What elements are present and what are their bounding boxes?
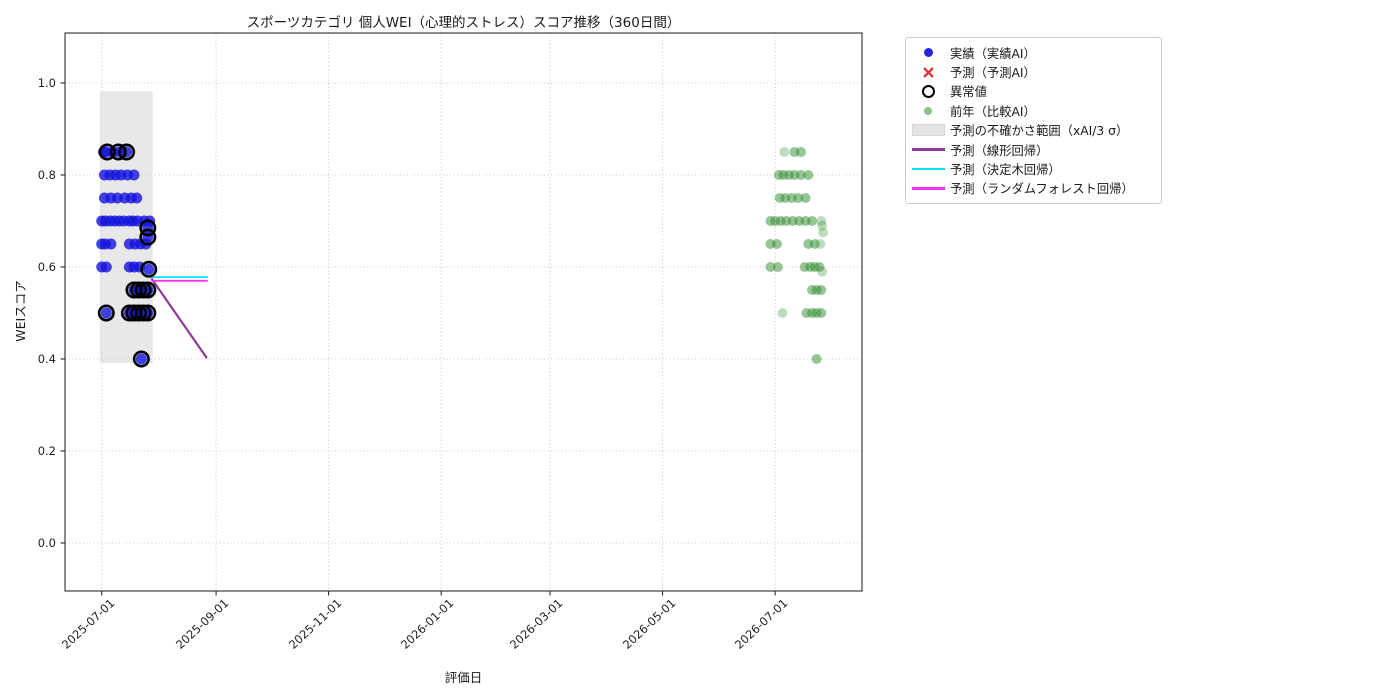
prev-year-point-light xyxy=(817,266,828,277)
prev-year-point xyxy=(811,354,822,364)
y-tick-label: 0.8 xyxy=(37,167,56,182)
prev-year-point xyxy=(800,193,811,203)
anomaly-ring-icon xyxy=(921,84,935,98)
uncertainty-band-swatch xyxy=(911,124,945,137)
prev-year-point xyxy=(803,170,814,180)
legend-item-label: 異常値 xyxy=(950,85,987,100)
legend: 実績（実績AI） 予測（予測AI） 異常値前年（比較AI） 予測の不確かさ範囲（xAI… xyxy=(905,37,1162,205)
legend-item-label: 前年（比較AI） xyxy=(950,104,1036,119)
prev-year-point-light xyxy=(815,239,826,249)
actual-point xyxy=(131,192,143,204)
actual-point xyxy=(100,261,112,273)
y-axis-label: WEIスコア xyxy=(13,280,28,342)
forecast-x-icon xyxy=(906,66,950,79)
prev-year-dot-icon xyxy=(924,106,932,115)
prev-year-point-light xyxy=(779,147,790,157)
actual-point xyxy=(143,263,155,275)
prev-year-point xyxy=(795,147,806,157)
actual-point xyxy=(100,307,112,319)
forecast-x-icon xyxy=(922,66,934,78)
y-tick-label: 0.2 xyxy=(37,443,56,458)
legend-item: 実績（実績AI） xyxy=(906,43,1153,62)
chart-canvas: スポーツカテゴリ 個人WEI（心理的ストレス）スコア推移（360日間） 2025… xyxy=(0,0,1400,700)
legend-item: 予測（予測AI） xyxy=(906,62,1153,81)
prev-year-point-light xyxy=(818,227,829,238)
linear-regression-line-icon xyxy=(911,148,945,151)
prev-year-dot-icon xyxy=(906,106,950,115)
legend-item-label: 予測（ランダムフォレスト回帰） xyxy=(950,182,1134,197)
prev-year-point xyxy=(807,216,818,226)
plot-border xyxy=(64,32,863,592)
prev-year-point xyxy=(771,239,782,249)
linear-regression-line xyxy=(150,277,208,359)
y-tick-label: 1.0 xyxy=(37,75,56,90)
legend-item: 異常値 xyxy=(906,82,1153,101)
linear-regression-line-icon xyxy=(906,148,950,151)
uncertainty-band-swatch xyxy=(906,124,950,137)
actual-point xyxy=(105,238,117,250)
decision-tree-line-icon xyxy=(906,167,950,171)
anomaly-ring-icon xyxy=(906,84,950,98)
y-tick-label: 0.0 xyxy=(37,535,56,550)
legend-item-label: 予測（線形回帰） xyxy=(950,143,1049,158)
legend-item-label: 予測（決定木回帰） xyxy=(950,163,1061,178)
actual-dot-icon xyxy=(906,48,950,58)
legend-item: 予測（ランダムフォレスト回帰） xyxy=(906,179,1153,198)
legend-item-label: 予測（予測AI） xyxy=(950,66,1036,81)
legend-item: 前年（比較AI） xyxy=(906,101,1153,120)
random-forest-line-icon xyxy=(906,187,950,190)
actual-point xyxy=(128,169,140,181)
legend-item-label: 実績（実績AI） xyxy=(950,46,1036,61)
legend-item: 予測の不確かさ範囲（xAI/3 σ） xyxy=(906,121,1153,140)
plot-area xyxy=(60,32,863,596)
prev-year-point xyxy=(772,262,783,272)
random-forest-line-icon xyxy=(911,187,945,190)
prev-year-point-light xyxy=(777,308,788,318)
prev-year-point xyxy=(816,308,827,318)
legend-item: 予測（決定木回帰） xyxy=(906,159,1153,178)
actual-point xyxy=(135,353,147,365)
prev-year-point xyxy=(816,285,827,295)
x-axis-label: 評価日 xyxy=(444,670,483,685)
decision-tree-line-icon xyxy=(911,167,945,171)
legend-item: 予測（線形回帰） xyxy=(906,140,1153,159)
legend-item-label: 予測の不確かさ範囲（xAI/3 σ） xyxy=(950,124,1129,139)
actual-dot-icon xyxy=(923,48,933,58)
